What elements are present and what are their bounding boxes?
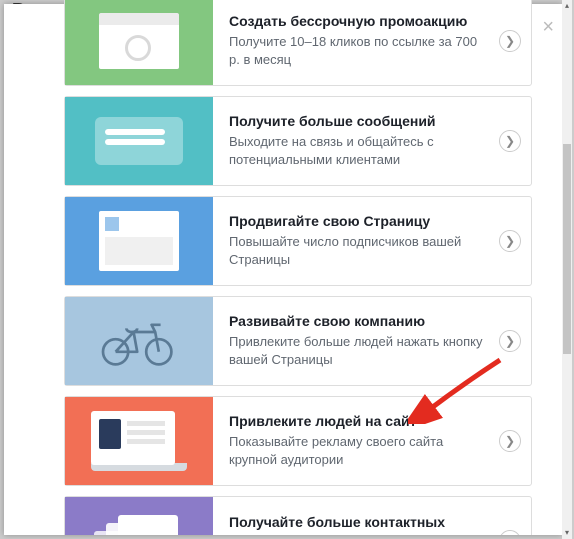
scroll-down-icon[interactable]: ▾	[563, 528, 571, 538]
promote-card-permanent-promo[interactable]: Создать бессрочную промоакцию Получите 1…	[64, 0, 532, 86]
chevron-right-icon: ❯	[499, 30, 521, 52]
promote-modal: × Создать бессрочную промоакцию Получите…	[4, 4, 562, 535]
chevron-right-icon: ❯	[499, 130, 521, 152]
scrollbar-track[interactable]: ▴ ▾	[562, 0, 572, 539]
promote-card-page[interactable]: Продвигайте свою Страницу Повышайте числ…	[64, 196, 532, 286]
card-body: Продвигайте свою Страницу Повышайте числ…	[213, 197, 531, 285]
card-body: Получите больше сообщений Выходите на св…	[213, 97, 531, 185]
card-desc: Показывайте рекламу своего сайта крупной…	[229, 433, 491, 468]
card-body: Привлеките людей на сайт Показывайте рек…	[213, 397, 531, 485]
card-body: Развивайте свою компанию Привлеките боль…	[213, 297, 531, 385]
scroll-up-icon[interactable]: ▴	[563, 1, 571, 11]
laptop-ad-icon	[65, 397, 213, 485]
promote-option-list: Создать бессрочную промоакцию Получите 1…	[64, 0, 532, 535]
contact-cards-icon	[65, 497, 213, 535]
chevron-right-icon: ❯	[499, 430, 521, 452]
chevron-right-icon: ❯	[499, 230, 521, 252]
scrollbar-thumb[interactable]	[563, 144, 571, 354]
card-title: Развивайте свою компанию	[229, 313, 491, 329]
promote-card-messages[interactable]: Получите больше сообщений Выходите на св…	[64, 96, 532, 186]
card-body: Создать бессрочную промоакцию Получите 1…	[213, 0, 531, 85]
card-desc: Выходите на связь и общайтесь с потенциа…	[229, 133, 491, 168]
promote-card-leads[interactable]: Получайте больше контактных данных от св…	[64, 496, 532, 535]
card-title: Привлеките людей на сайт	[229, 413, 491, 429]
card-desc: Привлеките больше людей нажать кнопку ва…	[229, 333, 491, 368]
chevron-right-icon: ❯	[499, 330, 521, 352]
post-preview-icon	[65, 197, 213, 285]
card-title: Получите больше сообщений	[229, 113, 491, 129]
card-title: Создать бессрочную промоакцию	[229, 13, 491, 29]
card-desc: Повышайте число подписчиков вашей Страни…	[229, 233, 491, 268]
card-body: Получайте больше контактных данных от св…	[213, 497, 531, 535]
close-icon[interactable]: ×	[542, 16, 554, 39]
card-title: Продвигайте свою Страницу	[229, 213, 491, 229]
promote-card-website[interactable]: Привлеките людей на сайт Показывайте рек…	[64, 396, 532, 486]
bicycle-icon	[65, 297, 213, 385]
promote-card-business[interactable]: Развивайте свою компанию Привлеките боль…	[64, 296, 532, 386]
browser-refresh-icon	[65, 0, 213, 85]
card-title: Получайте больше контактных данных от св…	[229, 514, 491, 535]
chat-bubble-icon	[65, 97, 213, 185]
card-desc: Получите 10–18 кликов по ссылке за 700 р…	[229, 33, 491, 68]
